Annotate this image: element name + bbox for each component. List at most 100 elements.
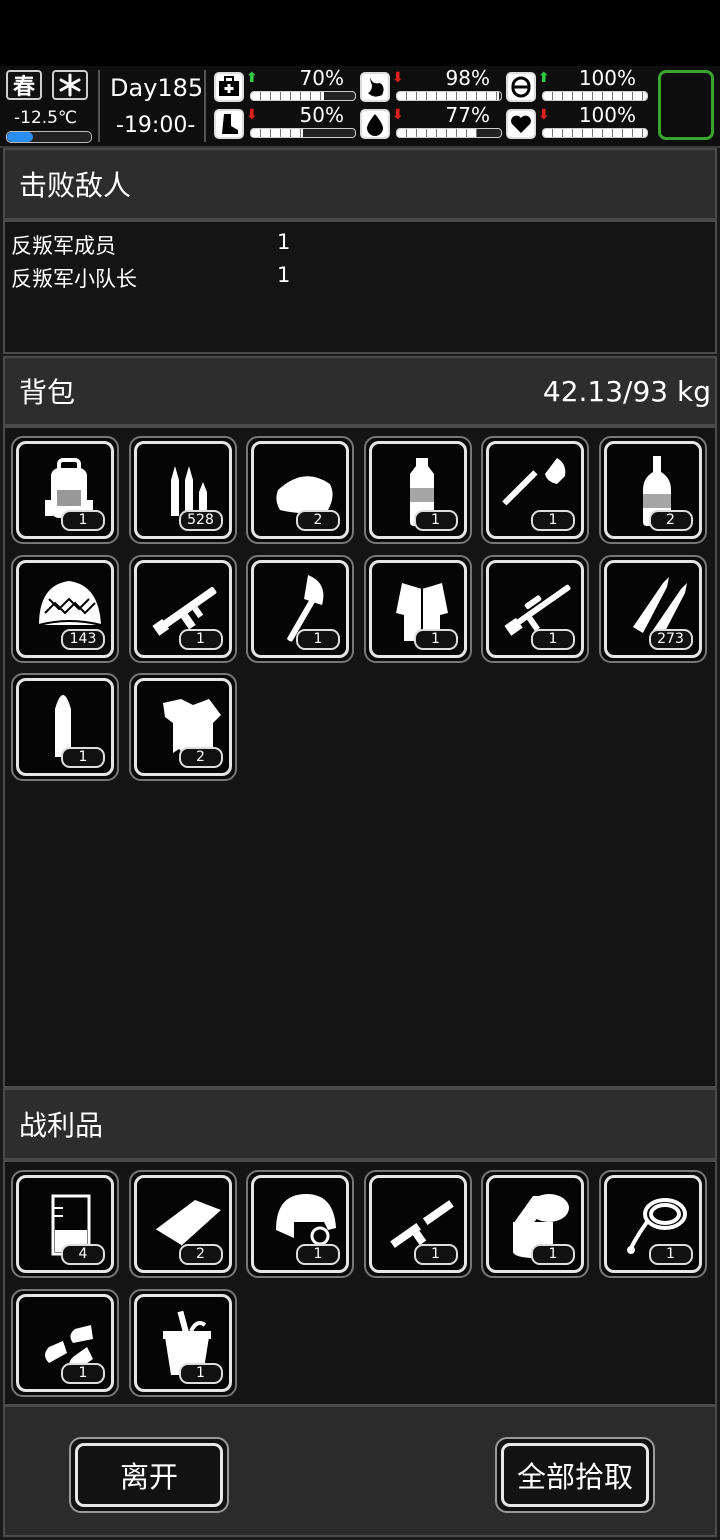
item-count: 1 [296,1244,340,1265]
stat-bar [250,91,356,101]
item-count: 1 [531,1244,575,1265]
stat-bar-fill [543,92,647,100]
item-count: 2 [648,510,693,531]
item-count: 273 [648,628,693,650]
stat-value: 98% [445,66,490,90]
item-slot[interactable]: 1 [363,1170,472,1278]
time-of-day: -19:00- [116,113,196,138]
item-count: 1 [61,747,105,768]
item-count: 2 [296,510,340,531]
stat-bar [396,91,502,101]
item-count: 1 [413,628,458,650]
backpack-grid: 1 528 2 1 1 2 143 1 1 1 1 273 1 2 [3,426,717,1088]
loot-header: 战利品 [3,1088,717,1160]
loot-title: 战利品 [19,1109,104,1142]
backpack-header: 背包 42.13/93 kg [3,356,717,426]
item-count: 1 [61,510,105,531]
item-frame: 1 [486,559,584,658]
item-count: 1 [413,1244,458,1265]
item-slot[interactable]: 2 [246,436,354,544]
item-slot[interactable]: 1 [246,1170,354,1278]
enemy-count: 1 [277,263,291,287]
item-count: 1 [296,628,340,650]
item-slot[interactable]: 1 [246,554,354,663]
item-frame: 2 [603,441,702,539]
item-count: 1 [413,510,458,531]
item-slot[interactable]: 4 [11,1170,119,1278]
boot-icon [214,109,244,139]
item-count: 2 [178,1244,223,1265]
defeated-header: 击败敌人 [3,148,717,220]
temperature-bar [6,131,92,143]
enemy-count: 1 [277,230,291,254]
item-slot[interactable]: 1 [363,554,472,663]
item-frame: 143 [16,559,114,658]
item-slot[interactable]: 1 [128,554,237,663]
item-slot[interactable]: 1 [598,1170,707,1278]
stat-bar-fill [251,92,324,100]
item-frame: 1 [16,441,114,539]
heart-icon [506,109,536,139]
leave-button[interactable]: 离开 [69,1437,229,1513]
temperature: -12.5℃ [14,108,78,128]
water-drop-icon [360,109,390,139]
item-slot[interactable]: 1 [11,673,119,781]
item-count: 1 [61,1362,105,1384]
item-slot[interactable]: 2 [598,436,707,544]
item-slot[interactable]: 1 [128,1288,237,1397]
stat-bar-fill [397,129,478,137]
item-frame: 1 [486,1175,584,1273]
item-slot[interactable]: 273 [598,554,707,663]
stat-value: 50% [299,103,344,127]
stat-value: 100% [578,103,636,127]
take-all-button[interactable]: 全部拾取 [495,1437,655,1513]
stat-bar [250,128,356,138]
item-slot[interactable]: 1 [11,1288,119,1397]
item-slot[interactable]: 1 [481,1170,589,1278]
item-frame: 1 [16,678,114,776]
item-slot[interactable]: 1 [481,436,589,544]
enemy-name: 反叛军成员 [11,234,116,258]
item-count: 1 [178,1362,223,1384]
leave-button-label: 离开 [75,1443,223,1507]
item-frame: 1 [251,1175,349,1273]
stomach-icon [360,72,390,102]
stat-bar-fill [251,129,303,137]
item-slot[interactable]: 2 [128,673,237,781]
item-slot[interactable]: 1 [363,436,472,544]
action-bar: 离开 全部拾取 [3,1405,717,1537]
season-badge: 春 [6,70,42,100]
item-count: 2 [178,747,223,768]
equipped-slot[interactable] [658,70,714,140]
stat-bar-fill [397,92,499,100]
medkit-icon [214,72,244,102]
item-frame: 1 [486,441,584,539]
take-all-button-label: 全部拾取 [501,1443,649,1507]
stat-bar [396,128,502,138]
item-frame: 4 [16,1175,114,1273]
snowflake-icon [52,70,88,100]
item-slot[interactable]: 1 [481,554,589,663]
item-frame: 1 [16,1293,114,1392]
item-frame: 1 [368,441,467,539]
item-frame: 273 [603,559,702,658]
item-count: 1 [531,510,575,531]
item-frame: 2 [133,678,232,776]
item-slot[interactable]: 1 [11,436,119,544]
stat-bar [542,128,648,138]
backpack-weight: 42.13/93 kg [542,374,711,408]
stat-bar-fill [543,129,647,137]
item-slot[interactable]: 143 [11,554,119,663]
item-frame: 1 [368,559,467,658]
item-slot[interactable]: 528 [128,436,237,544]
item-count: 4 [61,1244,105,1265]
item-frame: 1 [133,559,232,658]
loot-grid: 4 2 1 1 1 1 1 1 [3,1160,717,1406]
item-frame: 2 [251,441,349,539]
item-slot[interactable]: 2 [128,1170,237,1278]
defeated-list: 反叛军成员 1 反叛军小队长 1 [3,220,717,354]
enemy-name: 反叛军小队长 [11,267,137,291]
item-frame: 1 [251,559,349,658]
day-counter: Day185 [110,74,204,102]
item-frame: 1 [368,1175,467,1273]
